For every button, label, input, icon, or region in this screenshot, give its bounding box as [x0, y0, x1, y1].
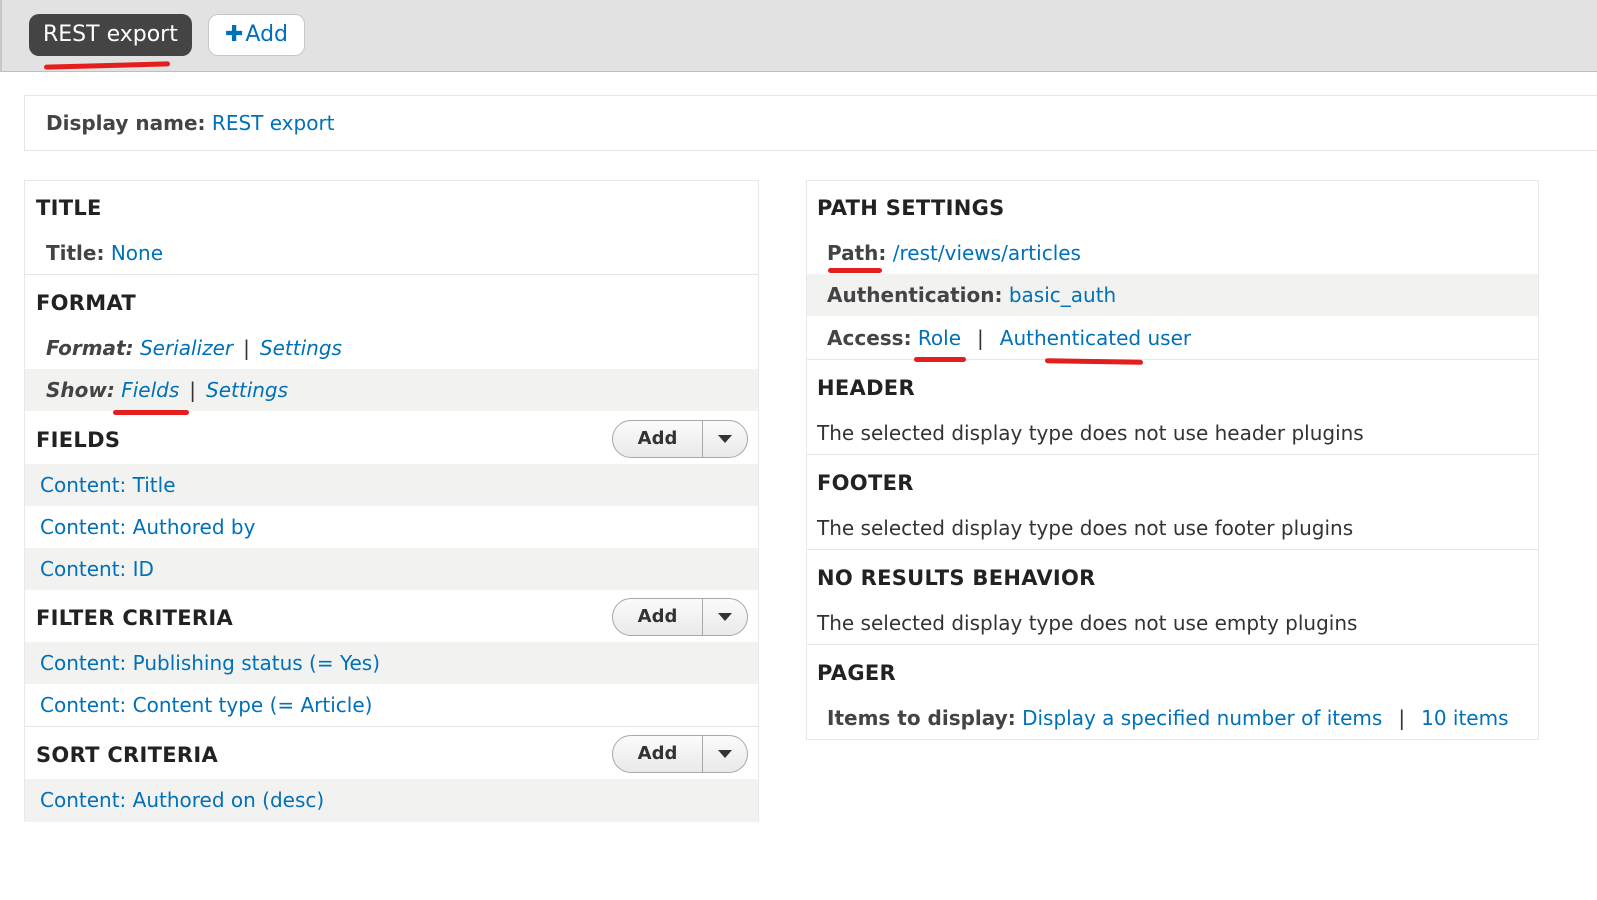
display-name-row: Display name: REST export — [24, 95, 1597, 151]
tab-rest-export-label: REST export — [43, 22, 178, 47]
sort-add-dropbutton: Add — [612, 735, 748, 773]
authentication-value-link[interactable]: basic_auth — [1009, 283, 1116, 307]
header-section-heading: HEADER — [817, 376, 915, 400]
authentication-setting: Authentication: basic_auth — [827, 283, 1116, 307]
show-settings-link[interactable]: Settings — [206, 378, 288, 402]
display-tabs-bar: REST export ✚Add — [0, 0, 1597, 72]
pager-setting: Items to display: Display a specified nu… — [827, 706, 1509, 730]
header-note: The selected display type does not use h… — [817, 421, 1364, 445]
annotation-underline — [113, 410, 189, 415]
footer-section-heading: FOOTER — [817, 471, 914, 495]
chevron-down-icon[interactable] — [703, 421, 747, 457]
access-label: Access: — [827, 326, 912, 350]
display-name-link[interactable]: REST export — [212, 111, 335, 135]
divider — [807, 549, 1538, 550]
display-name-label: Display name: — [46, 111, 206, 135]
filter-item-status[interactable]: Content: Publishing status (= Yes) — [40, 651, 380, 675]
filter-add-button[interactable]: Add — [613, 599, 703, 635]
format-serializer-link[interactable]: Serializer — [140, 336, 233, 360]
chevron-down-icon[interactable] — [703, 736, 747, 772]
path-section-heading: PATH SETTINGS — [817, 196, 1005, 220]
field-item-id[interactable]: Content: ID — [40, 557, 154, 581]
fields-add-dropbutton: Add — [612, 420, 748, 458]
authentication-label: Authentication: — [827, 283, 1003, 307]
access-setting: Access: Role | Authenticated user — [827, 326, 1191, 350]
show-setting: Show: Fields | Settings — [46, 378, 288, 402]
title-section-heading: TITLE — [36, 196, 102, 220]
right-column: PATH SETTINGS Path: /rest/views/articles… — [806, 180, 1539, 740]
footer-note: The selected display type does not use f… — [817, 516, 1354, 540]
left-column: TITLE Title: None FORMAT Format: Seriali… — [24, 180, 759, 822]
divider — [25, 726, 758, 727]
filter-item-type[interactable]: Content: Content type (= Article) — [40, 693, 372, 717]
separator: | — [977, 326, 984, 350]
title-setting: Title: None — [46, 241, 163, 265]
plus-icon: ✚ — [224, 22, 244, 47]
add-display-label: Add — [245, 22, 289, 47]
tab-rest-export[interactable]: REST export — [29, 14, 192, 56]
pager-count-link[interactable]: 10 items — [1421, 706, 1508, 730]
no-results-section-heading: NO RESULTS BEHAVIOR — [817, 566, 1096, 590]
title-label: Title: — [46, 241, 105, 265]
add-display-button[interactable]: ✚Add — [208, 14, 305, 56]
divider — [25, 274, 758, 275]
sort-item-authored-on[interactable]: Content: Authored on (desc) — [40, 788, 324, 812]
path-setting: Path: /rest/views/articles — [827, 241, 1081, 265]
title-value-link[interactable]: None — [111, 241, 163, 265]
separator: | — [243, 336, 250, 360]
path-label: Path: — [827, 241, 887, 265]
format-label: Format: — [46, 336, 134, 360]
filter-section-heading: FILTER CRITERIA — [36, 606, 234, 630]
field-item-authored-by[interactable]: Content: Authored by — [40, 515, 255, 539]
separator: | — [189, 378, 197, 402]
sort-add-button[interactable]: Add — [613, 736, 703, 772]
format-settings-link[interactable]: Settings — [260, 336, 342, 360]
fields-section-heading: FIELDS — [36, 428, 121, 452]
chevron-down-icon[interactable] — [703, 599, 747, 635]
field-item-title[interactable]: Content: Title — [40, 473, 176, 497]
fields-add-button[interactable]: Add — [613, 421, 703, 457]
separator: | — [1398, 706, 1406, 730]
pager-type-link[interactable]: Display a specified number of items — [1022, 706, 1382, 730]
no-results-note: The selected display type does not use e… — [817, 611, 1358, 635]
show-fields-link[interactable]: Fields — [121, 378, 179, 402]
filter-add-dropbutton: Add — [612, 598, 748, 636]
divider — [807, 454, 1538, 455]
access-authenticated-user-link[interactable]: Authenticated user — [1000, 326, 1191, 350]
pager-section-heading: PAGER — [817, 661, 896, 685]
divider — [807, 644, 1538, 645]
annotation-underline — [828, 268, 882, 273]
path-value-link[interactable]: /rest/views/articles — [893, 241, 1081, 265]
format-section-heading: FORMAT — [36, 291, 137, 315]
sort-section-heading: SORT CRITERIA — [36, 743, 219, 767]
pager-label: Items to display: — [827, 706, 1016, 730]
show-label: Show: — [46, 378, 115, 402]
access-role-link[interactable]: Role — [918, 326, 961, 350]
annotation-underline — [914, 357, 966, 362]
format-setting: Format: Serializer | Settings — [46, 336, 342, 360]
